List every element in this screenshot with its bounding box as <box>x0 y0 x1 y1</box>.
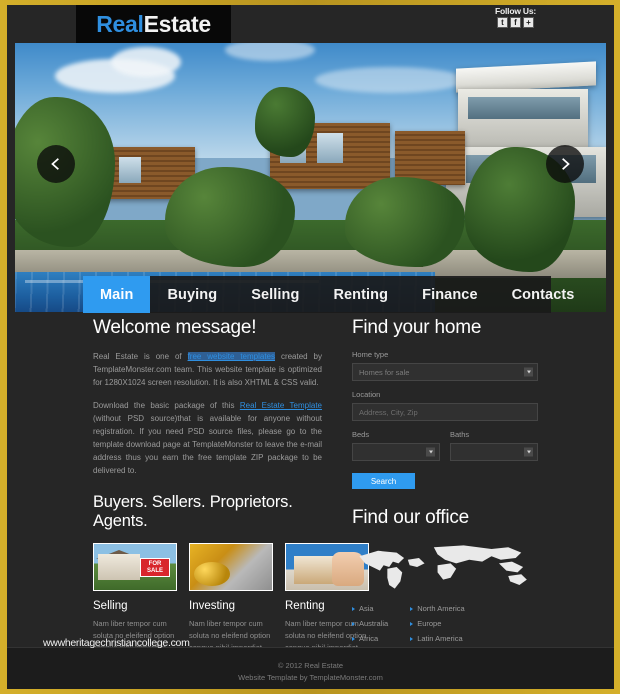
main-navigation: Main Buying Selling Renting Finance Cont… <box>83 276 574 313</box>
page-frame: RealEstate Follow Us: t f + Main Buying … <box>0 0 620 694</box>
social-links: t f + <box>495 17 536 28</box>
find-office-heading: Find our office <box>352 507 470 528</box>
cloud <box>315 67 465 93</box>
home-type-label: Home type <box>352 350 389 359</box>
watermark-text: wwwheritagechristiancollege.com <box>43 637 190 649</box>
beds-select[interactable] <box>352 443 440 461</box>
site-header: RealEstate Follow Us: t f + <box>7 5 614 43</box>
real-estate-template-link[interactable]: Real Estate Template <box>240 401 322 410</box>
world-map <box>352 540 538 594</box>
footer-credit: Website Template by TemplateMonster.com <box>238 673 383 682</box>
continent-north-america[interactable]: North America <box>410 604 465 613</box>
welcome-p2-after: (without PSD source)that is available fo… <box>93 414 322 475</box>
follow-us-block: Follow Us: t f + <box>495 6 536 28</box>
nav-item-selling[interactable]: Selling <box>234 276 316 313</box>
continent-latin-america[interactable]: Latin America <box>410 634 465 643</box>
site-logo[interactable]: RealEstate <box>76 5 231 43</box>
slider-prev-arrow-icon[interactable] <box>37 145 75 183</box>
segments-heading: Buyers. Sellers. Proprietors. Agents. <box>93 493 293 530</box>
continent-africa[interactable]: Africa <box>352 634 388 643</box>
beds-label: Beds <box>352 430 370 439</box>
logo-text-primary: Real <box>96 10 144 37</box>
main-content: Welcome message! Real Estate is one of f… <box>7 317 614 689</box>
window <box>119 157 141 183</box>
welcome-paragraph-2: Download the basic package of this Real … <box>93 399 322 477</box>
cloud <box>111 47 181 77</box>
home-type-value: Homes for sale <box>359 367 410 377</box>
continent-column-left: Asia Australia Africa <box>352 604 388 643</box>
location-label: Location <box>352 390 381 399</box>
continent-europe[interactable]: Europe <box>410 619 465 628</box>
free-website-templates-link[interactable]: free website templates <box>187 352 276 361</box>
chevron-down-icon <box>524 447 533 457</box>
window <box>317 133 343 163</box>
nav-item-finance[interactable]: Finance <box>405 276 495 313</box>
foliage <box>255 87 315 157</box>
site-footer: © 2012 Real Estate Website Template by T… <box>7 647 614 689</box>
chevron-down-icon <box>426 447 435 457</box>
google-plus-icon[interactable]: + <box>523 17 534 28</box>
building-glass <box>468 97 580 119</box>
site-shell: RealEstate Follow Us: t f + Main Buying … <box>7 5 614 689</box>
search-button[interactable]: Search <box>352 473 415 489</box>
twitter-icon[interactable]: t <box>497 17 508 28</box>
nav-item-contacts[interactable]: Contacts <box>495 276 592 313</box>
segment-card-title: Selling <box>93 600 128 612</box>
welcome-paragraph-1: Real Estate is one of free website templ… <box>93 350 322 389</box>
continent-australia[interactable]: Australia <box>352 619 388 628</box>
continent-column-right: North America Europe Latin America <box>410 604 465 643</box>
slider-next-arrow-icon[interactable] <box>546 145 584 183</box>
continent-asia[interactable]: Asia <box>352 604 388 613</box>
nav-item-renting[interactable]: Renting <box>316 276 405 313</box>
nav-item-main[interactable]: Main <box>83 276 151 313</box>
home-type-select[interactable]: Homes for sale <box>352 363 538 381</box>
foliage <box>345 177 465 267</box>
right-column: Find your home Home type Homes for sale … <box>338 317 538 689</box>
logo-text-secondary: Estate <box>143 10 212 37</box>
welcome-p1-before: Real Estate is one of <box>93 352 188 361</box>
hero-slider[interactable] <box>15 27 606 312</box>
location-input[interactable] <box>352 403 538 421</box>
welcome-p2-before: Download the basic package of this <box>93 401 240 410</box>
chevron-down-icon <box>524 367 533 377</box>
foliage <box>165 167 295 267</box>
facebook-icon[interactable]: f <box>510 17 521 28</box>
segment-card-title: Investing <box>189 600 236 612</box>
gold-coins-photo[interactable] <box>189 543 273 591</box>
left-column: Welcome message! Real Estate is one of f… <box>19 317 369 689</box>
beds-baths-row: Beds Baths <box>352 430 538 470</box>
for-sale-sign-text: FOR SALE <box>140 558 170 577</box>
nav-item-buying[interactable]: Buying <box>150 276 234 313</box>
find-home-heading: Find your home <box>352 317 482 338</box>
baths-select[interactable] <box>450 443 538 461</box>
welcome-heading: Welcome message! <box>93 317 257 338</box>
follow-us-label: Follow Us: <box>495 6 536 16</box>
office-continents: Asia Australia Africa North America Euro… <box>352 604 538 643</box>
for-sale-sign-photo[interactable]: FOR SALE <box>93 543 177 591</box>
baths-label: Baths <box>450 430 470 439</box>
footer-copyright: © 2012 Real Estate <box>277 661 344 670</box>
